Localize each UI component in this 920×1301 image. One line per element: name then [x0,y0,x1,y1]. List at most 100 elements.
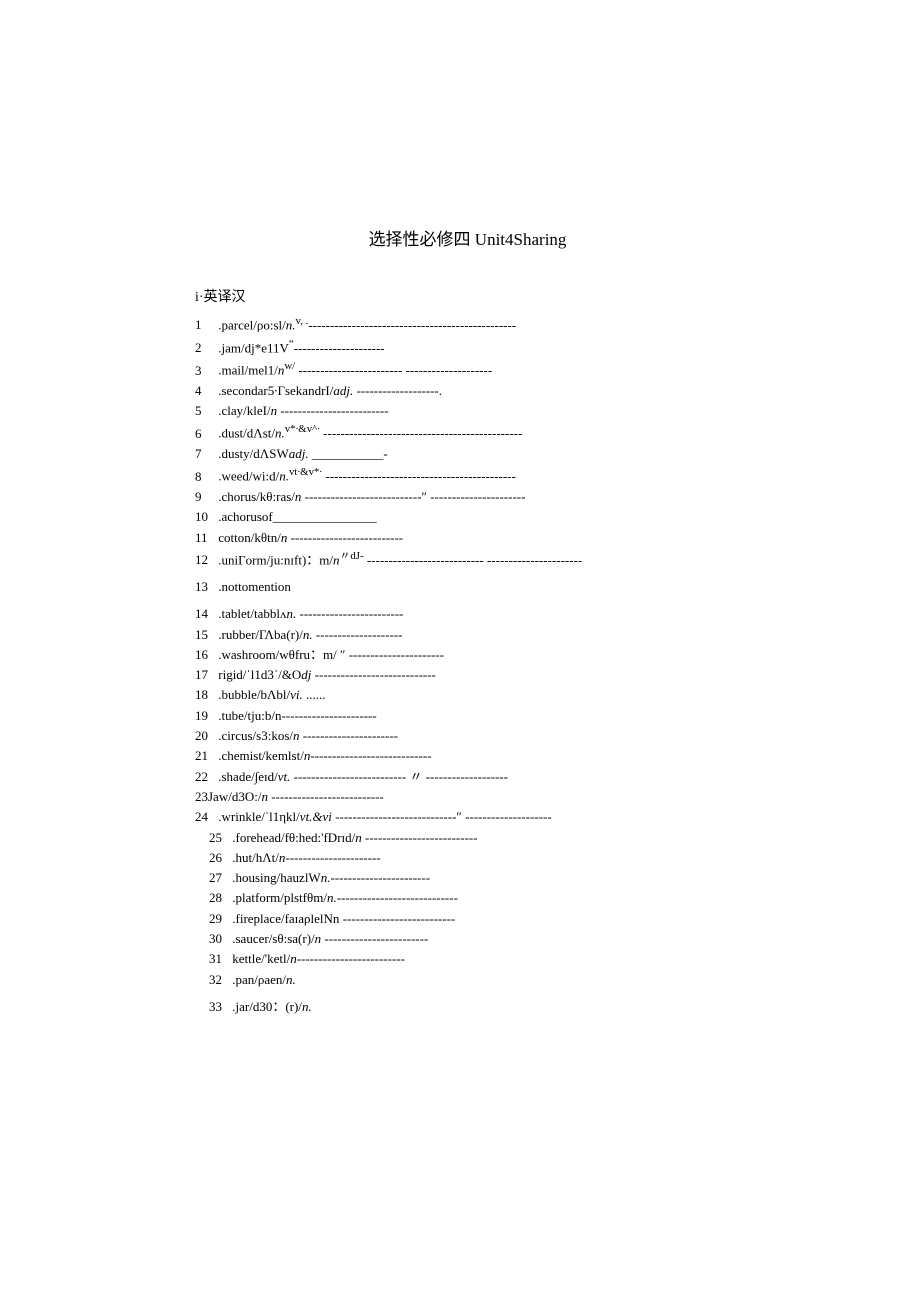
entry-sup: v*∙&v^∙ [285,423,320,435]
entry-number: 9 [195,490,215,503]
entry-word: .saucer/sθ:sa(r)/ [232,931,314,946]
entry-dashes: ------------------------ [321,931,428,946]
entry-word: .secondar5∙ΓsekandrI/ [218,383,333,398]
vocab-entry: 17 rigid/ˈl1d3ˈ/&Odj -------------------… [195,668,820,681]
entry-dashes: ---------------------------- [337,890,458,905]
vocab-entry: 25 .forehead/fθ:hed:'fDrɪd/n -----------… [209,831,820,844]
vocab-entry: 31 kettle/'ketl/n-----------------------… [209,952,820,965]
entry-dashes: -------------------------- [362,830,478,845]
entry-pos: vt.&vi [300,809,332,824]
entry-list: 1 .parcel/ρo:sl/n.v, .------------------… [195,316,820,823]
entry-dashes: ------------------------- [277,403,388,418]
entry-number: 4 [195,384,215,397]
entry-word: .weed/wi:d/ [218,469,279,484]
entry-dashes: ------------------------- [297,951,405,966]
vocab-entry: 10 .achorusof________________ [195,510,820,523]
entry-number: 8 [195,470,215,483]
vocab-entry: 19 .tube/tju:b/n---------------------- [195,709,820,722]
entry-word: cotton/kθtn/ [218,530,281,545]
vocab-entry: 4 .secondar5∙ΓsekandrI/adj. ------------… [195,384,820,397]
entry-word: .tube/tju:b/n [218,708,281,723]
entry-word: .circus/s3:kos/ [218,728,293,743]
entry-word: .washroom/wθfru：m/ ″ [218,647,348,662]
entry-number: 25 [209,831,229,844]
entry-dashes: ----------------------------″ ----------… [332,809,552,824]
entry-dashes: -------------------------- [287,530,403,545]
vocab-entry: 33 .jar/d30：(r)/n. [209,1000,820,1013]
entry-number: 15 [195,628,215,641]
vocab-entry: 6 .dust/dΛst/n.v*∙&v^∙ -----------------… [195,424,820,439]
entry-number: 26 [209,851,229,864]
entry-word: .housing/hauzlW [232,870,320,885]
entry-word: .jar/d30：(r)/ [232,999,302,1014]
entry-pos: adj. [333,383,353,398]
entry-word: .jam/dj*e11V [218,340,289,355]
entry-dashes: -------------------------- [339,911,455,926]
entry-number: 10 [195,510,215,523]
vocab-entry: 22 .shade/∫eɪd/vt. ---------------------… [195,770,820,783]
entry-dashes: -------------------------- [268,789,384,804]
entry-dashes: --------------------- [294,340,385,355]
entry-number: 20 [195,729,215,742]
section-heading: i·英译汉 [195,286,820,306]
vocab-entry: 20 .circus/s3:kos/n --------------------… [195,729,820,742]
vocab-entry: 11 cotton/kθtn/n -----------------------… [195,531,820,544]
entry-pos: n. [286,606,296,621]
vocab-entry: 3 .mail/mel1/nw/ -----------------------… [195,361,820,376]
entry-number: 28 [209,891,229,904]
entry-dashes: ----------------------- [295,363,398,378]
entry-pos: n. [279,469,289,484]
entry-word: .wrinkle/ˈl1ηkl/ [218,809,300,824]
entry-pos: n. [286,972,296,987]
entry-dashes: ------------------------ [296,606,403,621]
entry-number: 24 [195,810,215,823]
entry-number: 16 [195,648,215,661]
entry-dashes: ---------------------------- [310,748,431,763]
entry-dashes: ---------------------------″ -----------… [301,489,525,504]
entry-pos: n. [321,870,331,885]
document-page: 选择性必修四 Unit4Sharing i·英译汉 1 .parcel/ρo:s… [0,0,920,1013]
entry-word: .pan/ρaen/ [232,972,286,987]
entry-sup: w/ [284,360,295,372]
vocab-entry: 26 .hut/hΛt/n---------------------- [209,851,820,864]
entry-dashes: --------------------------- [364,552,484,567]
vocab-entry: 24 .wrinkle/ˈl1ηkl/vt.&vi --------------… [195,810,820,823]
entry-dashes: ----------------------------------------… [320,426,522,441]
entry-list-indented: 25 .forehead/fθ:hed:'fDrɪd/n -----------… [209,831,820,1013]
entry-word: .clay/kleI/ [218,403,270,418]
entry-dashes: ---------------------------- [311,667,435,682]
entry-dashes: ----------------------------------------… [322,469,516,484]
entry-number: 31 [209,952,229,965]
entry-pos: n. [275,426,285,441]
entry-sup: 〃dJ- [340,550,364,562]
entry-dashes: -------------------- [313,627,403,642]
vocab-entry: 9 .chorus/kθ:ras/n ---------------------… [195,490,820,503]
vocab-entry: 30 .saucer/sθ:sa(r)/n ------------------… [209,932,820,945]
page-title: 选择性必修四 Unit4Sharing [115,225,820,250]
vocab-entry: 16 .washroom/wθfru：m/ ″ ----------------… [195,648,820,661]
entry-sup: v, . [296,315,309,327]
entry-number: 14 [195,607,215,620]
entry-number: 13 [195,580,215,593]
entry-dashes: ----------------------- [330,870,430,885]
vocab-entry: 23Jaw/d3O:/n -------------------------- [195,790,820,803]
entry-word: .mail/mel1/ [218,363,278,378]
entry-number: 18 [195,688,215,701]
entry-word: .fireplace/faɪaρlelNn [232,911,339,926]
entry-word: .platform/plstfθm/ [232,890,327,905]
vocab-entry: 28 .platform/plstfθm/n.-----------------… [209,891,820,904]
entry-word: .chorus/kθ:ras/ [218,489,295,504]
vocab-entry: 2 .jam/dj*e11V“--------------------- [195,339,820,354]
entry-word: .shade/∫eɪd/ [218,769,278,784]
vocab-entry: 18 .bubble/bΛbl/vi. ...... [195,688,820,701]
entry-word: .forehead/fθ:hed:'fDrɪd/ [232,830,355,845]
vocab-entry: 21 .chemist/kemlst/n--------------------… [195,749,820,762]
entry-word: 23Jaw/d3O:/ [195,789,261,804]
entry-word: .hut/hΛt/ [232,850,279,865]
entry-pos: n. [286,317,296,332]
entry-dashes: - -------------------- [398,363,492,378]
entry-number: 21 [195,749,215,762]
entry-word: .rubber/ΓΛba(r)/ [218,627,303,642]
entry-pos: n. [302,999,312,1014]
entry-dashes: ----------------------------------------… [308,317,516,332]
